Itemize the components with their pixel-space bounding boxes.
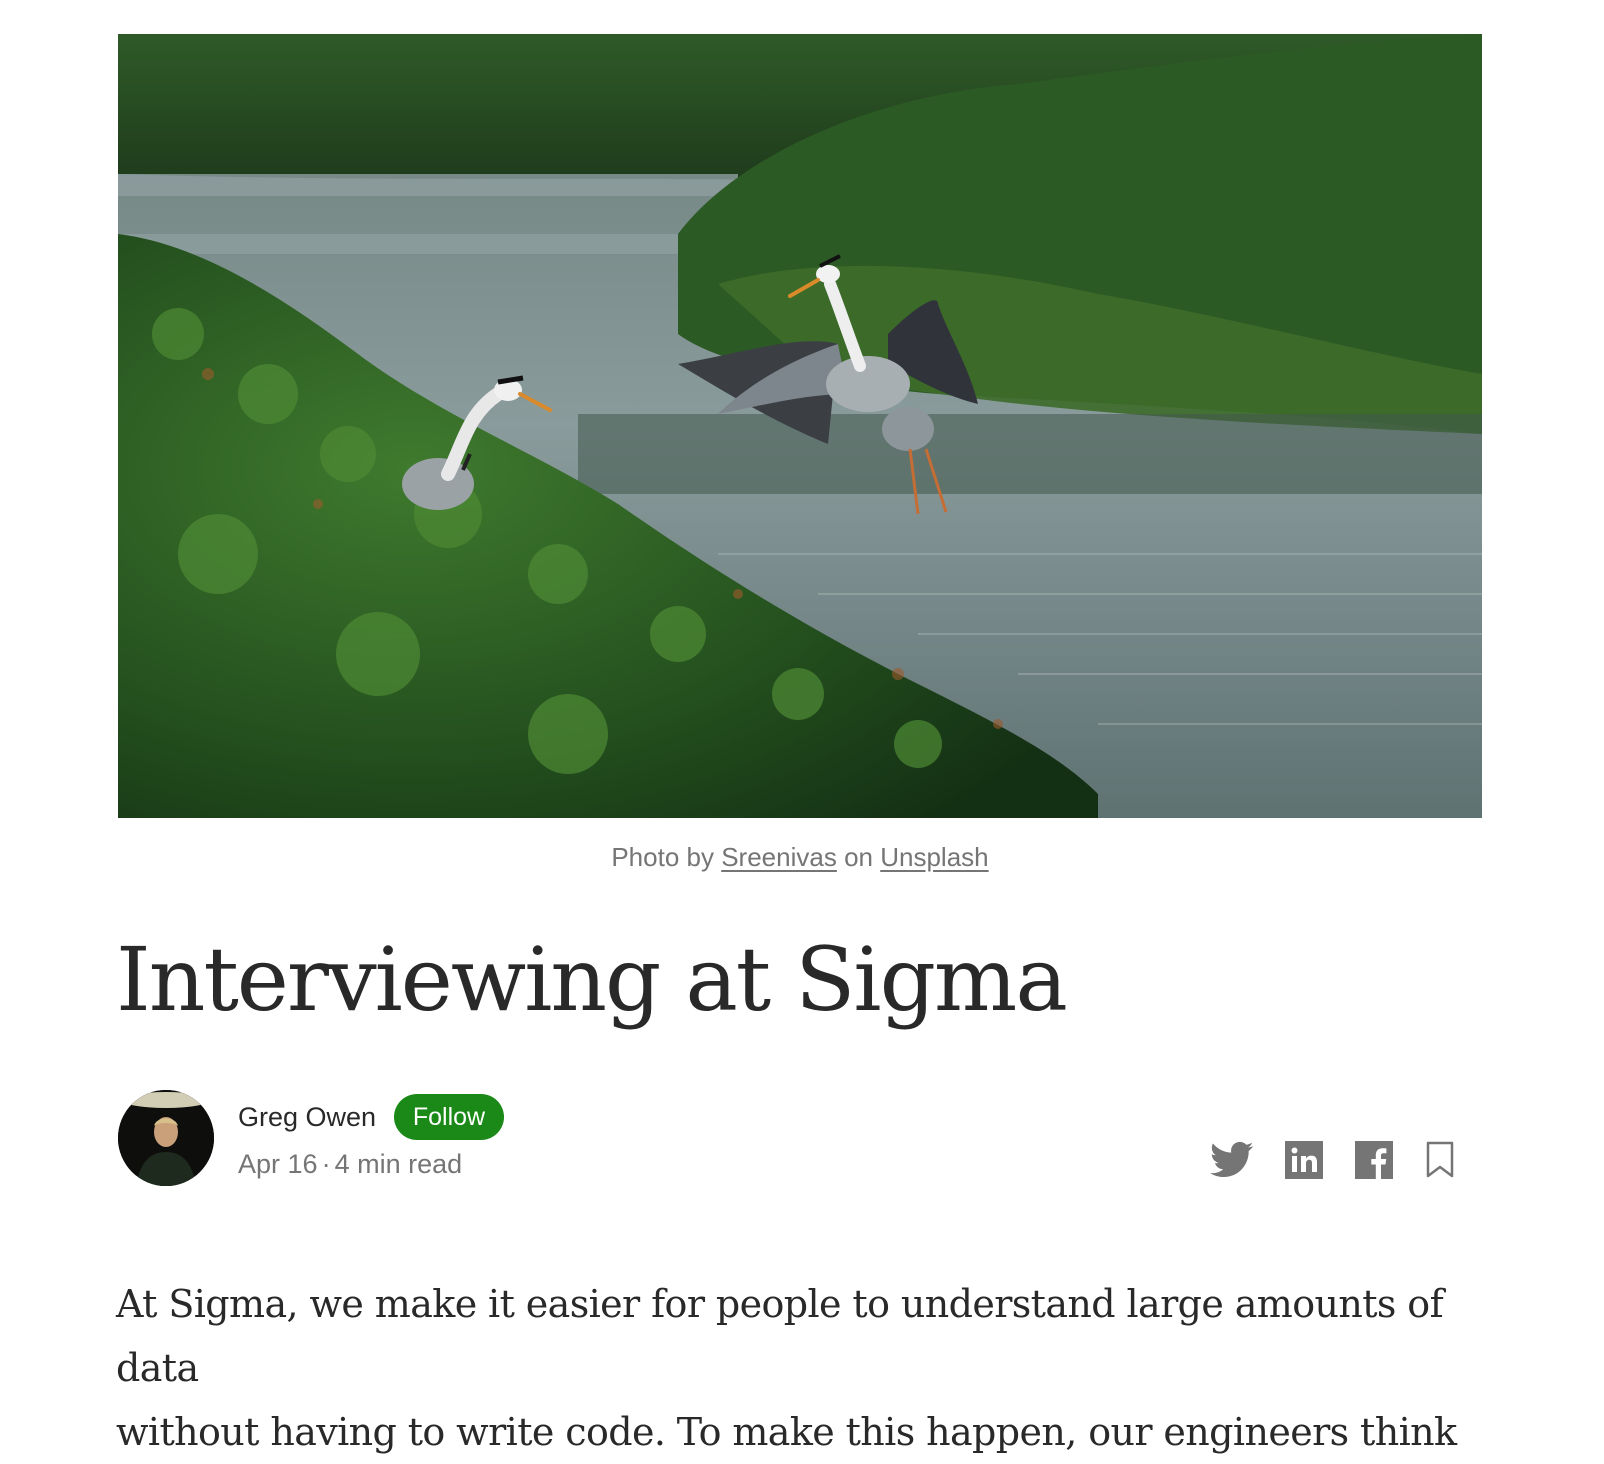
body-line-2: without having to write code. To make th… bbox=[116, 1410, 1457, 1454]
linkedin-icon bbox=[1285, 1141, 1323, 1179]
twitter-share-button[interactable] bbox=[1208, 1138, 1256, 1182]
author-name[interactable]: Greg Owen bbox=[238, 1102, 376, 1133]
facebook-share-button[interactable] bbox=[1352, 1138, 1396, 1182]
publish-date: Apr 16 bbox=[238, 1149, 318, 1179]
facebook-icon bbox=[1355, 1141, 1393, 1179]
follow-button[interactable]: Follow bbox=[394, 1094, 504, 1140]
twitter-icon bbox=[1210, 1141, 1254, 1178]
heron-photo bbox=[118, 34, 1482, 818]
body-line-1: At Sigma, we make it easier for people t… bbox=[116, 1282, 1444, 1390]
meta-separator: · bbox=[321, 1149, 331, 1179]
bookmark-icon bbox=[1426, 1141, 1454, 1178]
photo-caption: Photo by Sreenivas on Unsplash bbox=[0, 842, 1600, 873]
article-title: Interviewing at Sigma bbox=[116, 928, 1068, 1031]
caption-middle: on bbox=[844, 842, 873, 872]
article-meta: Apr 16 · 4 min read bbox=[238, 1149, 462, 1180]
bookmark-button[interactable] bbox=[1420, 1138, 1460, 1182]
read-time: 4 min read bbox=[334, 1149, 463, 1179]
avatar-image bbox=[118, 1090, 214, 1186]
linkedin-share-button[interactable] bbox=[1282, 1138, 1326, 1182]
article-body: At Sigma, we make it easier for people t… bbox=[116, 1272, 1496, 1464]
author-avatar[interactable] bbox=[118, 1090, 214, 1186]
photographer-link[interactable]: Sreenivas bbox=[721, 842, 837, 872]
caption-prefix: Photo by bbox=[611, 842, 714, 872]
unsplash-link[interactable]: Unsplash bbox=[880, 842, 988, 872]
hero-image bbox=[118, 34, 1482, 818]
